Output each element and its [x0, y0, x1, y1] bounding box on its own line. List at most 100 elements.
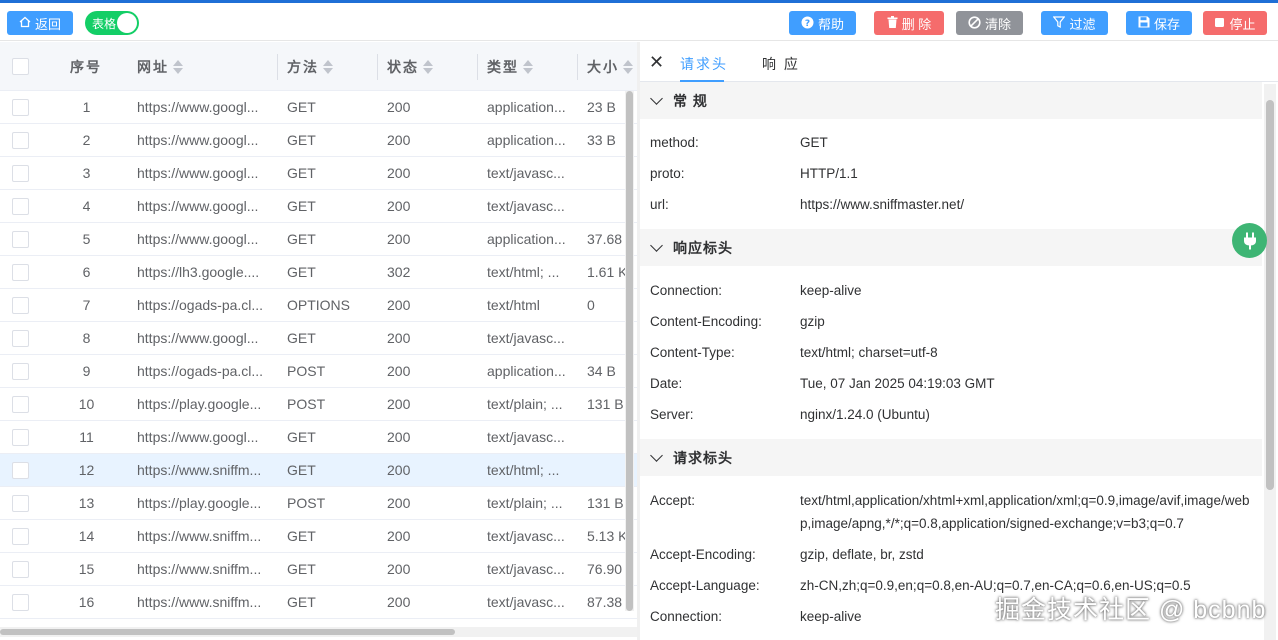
table-vertical-scrollbar[interactable] [625, 91, 634, 611]
table-row[interactable]: 10 https://play.google... POST 200 text/plai… [0, 388, 637, 421]
cell-type: text/javasc... [487, 528, 565, 544]
sort-icon[interactable] [173, 59, 183, 74]
select-all-checkbox[interactable] [12, 42, 29, 91]
cell-url: https://ogads-pa.cl... [137, 363, 264, 379]
cell-method: GET [287, 594, 316, 610]
stop-button[interactable]: 停止 [1203, 11, 1267, 35]
delete-button[interactable]: 删 除 [874, 11, 944, 35]
cell-method: GET [287, 429, 316, 445]
stop-label: 停止 [1229, 16, 1256, 32]
header-value: Tue, 07 Jan 2025 04:19:03 GMT [800, 376, 995, 391]
table-row[interactable]: 4 https://www.googl... GET 200 text/javasc..… [0, 190, 637, 223]
column-divider[interactable] [277, 54, 278, 80]
column-divider[interactable] [477, 54, 478, 80]
cell-status: 200 [387, 198, 411, 214]
cell-type: text/html [487, 297, 540, 313]
table-row[interactable]: 2 https://www.googl... GET 200 application..… [0, 124, 637, 157]
header-value: text/html; charset=utf-8 [800, 345, 938, 360]
table-row[interactable]: 16 https://www.sniffm... GET 200 text/javasc… [0, 586, 637, 619]
cell-type: application... [487, 231, 566, 247]
sort-icon[interactable] [623, 59, 633, 74]
header-key: Accept-Encoding: [650, 547, 756, 562]
col-url-header[interactable]: 网址 [137, 42, 183, 91]
section-response-headers-header[interactable]: 响应标头 [640, 229, 1262, 266]
column-divider[interactable] [377, 54, 378, 80]
table-row[interactable]: 7 https://ogads-pa.cl... OPTIONS 200 text/ht… [0, 289, 637, 322]
cell-url: https://www.sniffm... [137, 561, 262, 577]
section-title: 常 规 [673, 92, 708, 109]
cell-url: https://play.google... [137, 495, 262, 511]
table-row[interactable]: 9 https://ogads-pa.cl... POST 200 applicatio… [0, 355, 637, 388]
cell-type: application... [487, 363, 566, 379]
header-key: url: [650, 197, 669, 212]
table-row[interactable]: 6 https://lh3.google.... GET 302 text/html; … [0, 256, 637, 289]
cell-type: application... [487, 132, 566, 148]
table-row[interactable]: 15 https://www.sniffm... GET 200 text/javasc… [0, 553, 637, 586]
cell-method: GET [287, 99, 316, 115]
cell-url: https://www.sniffm... [137, 462, 262, 478]
cell-type: text/javasc... [487, 429, 565, 445]
floppy-disk-icon [1138, 16, 1150, 30]
header-value: HTTP/1.1 [800, 166, 858, 181]
cell-method: GET [287, 165, 316, 181]
section-general-header[interactable]: 常 规 [640, 82, 1262, 119]
table-view-switch[interactable]: 表格 [85, 11, 139, 35]
header-key: Server: [650, 407, 694, 422]
table-horizontal-scrollbar[interactable] [0, 627, 637, 637]
cell-url: https://www.googl... [137, 99, 259, 115]
table-row[interactable]: 8 https://www.googl... GET 200 text/javasc..… [0, 322, 637, 355]
table-row[interactable]: 12 https://www.sniffm... GET 200 text/html; … [0, 454, 637, 487]
filter-button[interactable]: 过滤 [1041, 11, 1108, 35]
cell-size [587, 322, 627, 354]
detail-vertical-scrollbar[interactable] [1264, 84, 1276, 640]
table-row[interactable]: 13 https://play.google... POST 200 text/plai… [0, 487, 637, 520]
sort-icon[interactable] [323, 59, 333, 74]
section-request-headers-header[interactable]: 请求标头 [640, 439, 1262, 476]
table-header: 序号 网址 方法 状态 类型 大小 [0, 42, 637, 91]
header-key: Connection: [650, 609, 723, 624]
cell-size: 34 B [587, 363, 616, 379]
cell-type: text/javasc... [487, 198, 565, 214]
cell-status: 200 [387, 495, 411, 511]
chevron-down-icon [650, 92, 663, 105]
col-method-header[interactable]: 方法 [287, 42, 333, 91]
col-type-header[interactable]: 类型 [487, 42, 533, 91]
plug-icon[interactable] [1232, 223, 1267, 258]
column-divider[interactable] [577, 54, 578, 80]
table-row[interactable]: 14 https://www.sniffm... GET 200 text/javasc… [0, 520, 637, 553]
clear-button[interactable]: 清除 [956, 11, 1023, 35]
tab-request-headers[interactable]: 请求头 [680, 54, 728, 74]
cell-size: 1.61 K [587, 264, 627, 280]
cell-type: text/javasc... [487, 561, 565, 577]
trash-icon [887, 16, 898, 30]
cell-size: 131 B [587, 495, 624, 511]
col-size-header[interactable]: 大小 [587, 42, 633, 91]
cell-method: GET [287, 264, 316, 280]
table-row[interactable]: 1 https://www.googl... GET 200 application..… [0, 91, 637, 124]
request-table: 序号 网址 方法 状态 类型 大小 1 https://www.googl... G… [0, 42, 637, 640]
sort-icon[interactable] [423, 59, 433, 74]
save-button[interactable]: 保存 [1126, 11, 1192, 35]
ban-icon [968, 15, 981, 31]
cell-type: text/html; ... [487, 264, 560, 280]
cell-url: https://www.googl... [137, 198, 259, 214]
filter-label: 过滤 [1069, 16, 1096, 32]
table-row[interactable]: 5 https://www.googl... GET 200 application..… [0, 223, 637, 256]
cell-status: 200 [387, 396, 411, 412]
table-row[interactable]: 3 https://www.googl... GET 200 text/javasc..… [0, 157, 637, 190]
col-status-header[interactable]: 状态 [387, 42, 433, 91]
help-button[interactable]: ? 帮助 [789, 11, 856, 35]
cell-type: text/html; ... [487, 462, 560, 478]
table-row[interactable]: 11 https://www.googl... GET 200 text/javasc.… [0, 421, 637, 454]
col-index-header: 序号 [70, 58, 102, 75]
header-key: Accept: [650, 493, 696, 508]
cell-status: 200 [387, 429, 411, 445]
header-value: https://www.sniffmaster.net/ [800, 197, 965, 212]
back-button[interactable]: 返回 [7, 11, 73, 35]
header-value: nginx/1.24.0 (Ubuntu) [800, 407, 930, 422]
tab-response[interactable]: 响 应 [762, 54, 800, 74]
close-icon[interactable]: ✕ [649, 52, 664, 72]
sort-icon[interactable] [523, 59, 533, 74]
cell-type: text/plain; ... [487, 495, 563, 511]
toolbar: 返回 表格 ? 帮助 删 除 清除 过滤 保存 停止 [0, 3, 1278, 41]
